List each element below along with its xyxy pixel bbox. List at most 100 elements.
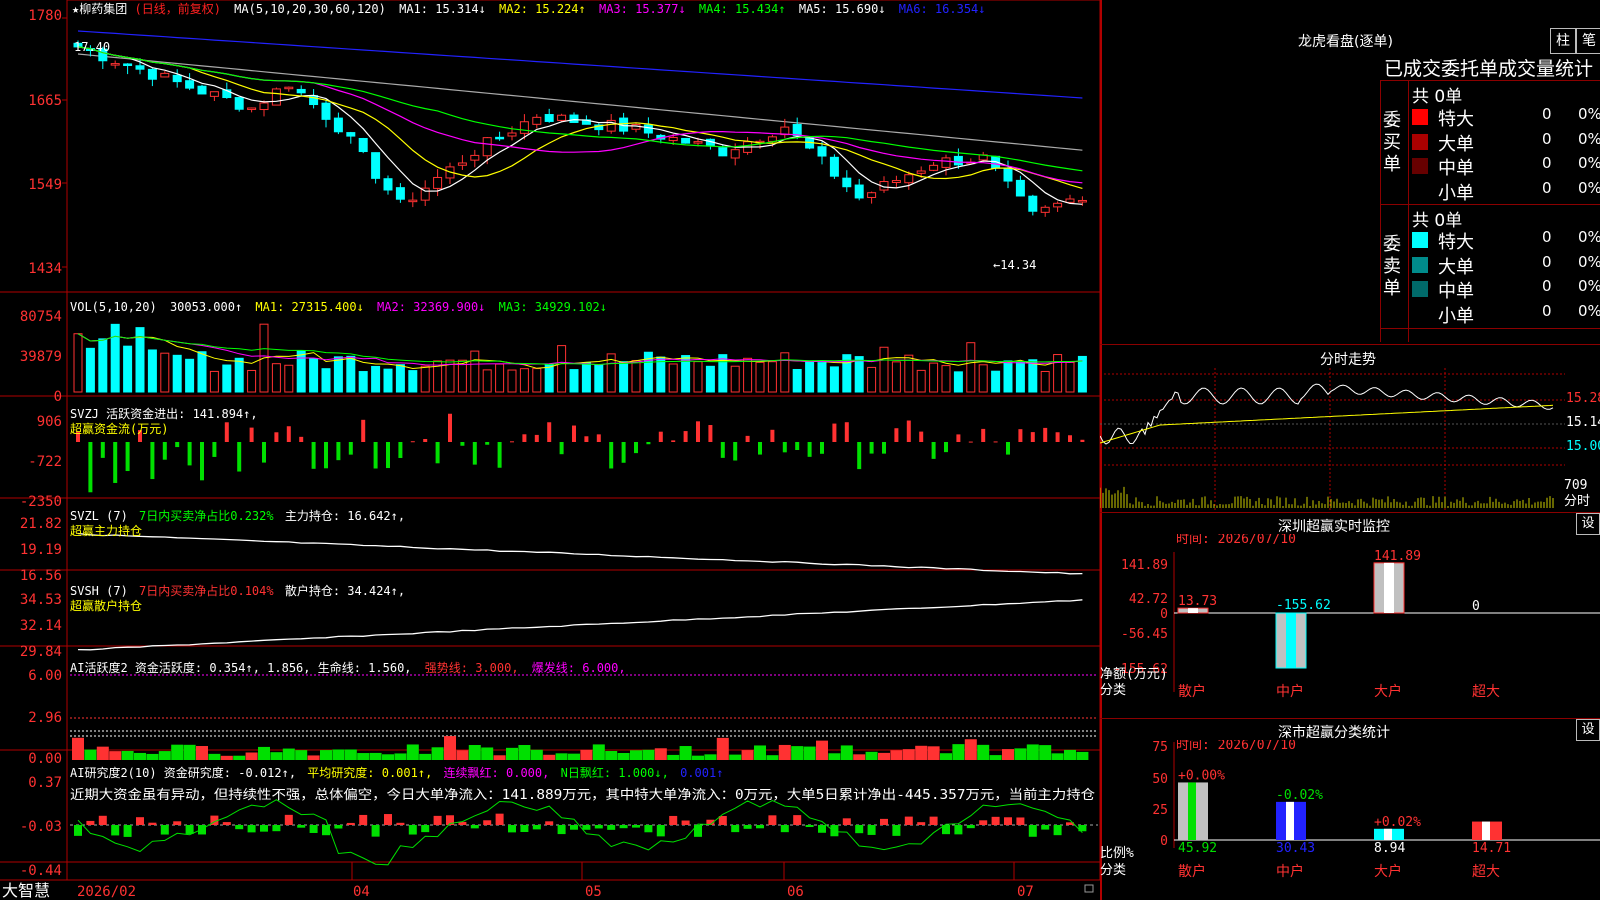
candle <box>1003 168 1013 182</box>
research-bar <box>74 825 82 836</box>
research-bar <box>842 818 851 825</box>
research-bar <box>570 825 578 830</box>
svzl-hold: 主力持仓: 16.642↑, <box>285 508 405 523</box>
classify-value-label: 8.94 <box>1374 841 1405 856</box>
research-bar <box>359 814 368 825</box>
fund-flow-bar <box>894 428 899 442</box>
svg-text:SVSH (7) 7日内买卖净占比0.104%: SVSH (7) 7日内买卖净占比0.104% 散户持仓: 34.424↑, <box>70 583 405 598</box>
activity-bar <box>729 754 742 760</box>
order-type-label: 中单 <box>1438 281 1474 302</box>
ai3-nday: N日飘红: 1.000↓, <box>561 765 669 780</box>
activity-bar <box>320 750 332 760</box>
research-bar <box>594 825 603 829</box>
monitor-bar-highlight <box>1384 562 1394 613</box>
candle <box>1053 202 1063 208</box>
volume-bar <box>519 368 529 393</box>
activity-bar <box>518 745 531 760</box>
fund-flow-bar <box>919 431 924 442</box>
order-type-label: 大单 <box>1438 133 1474 155</box>
volume-bar <box>383 368 393 393</box>
fund-flow-bar <box>150 442 155 480</box>
activity-bar <box>989 755 1002 760</box>
order-percent: 0% <box>1578 228 1600 246</box>
fund-flow-bar <box>857 442 862 470</box>
candle <box>792 124 802 137</box>
candle <box>371 152 381 179</box>
fund-flow-bar <box>336 442 341 461</box>
activity-bar <box>96 746 109 760</box>
candle <box>284 86 294 90</box>
volume-bar <box>619 361 629 393</box>
order-color-swatch <box>1412 182 1428 199</box>
candle <box>457 162 467 166</box>
candle <box>395 187 405 200</box>
fund-flow-bar <box>88 442 93 493</box>
candle <box>1015 179 1025 197</box>
lock-icon[interactable] <box>1084 884 1094 893</box>
svzl-pct: 7日内买卖净占比0.232% <box>139 508 274 523</box>
activity-bar <box>158 751 171 760</box>
volume-bar <box>693 361 703 393</box>
volume-bar <box>1015 361 1025 393</box>
research-bar <box>483 820 492 825</box>
candle <box>916 170 926 174</box>
activity-bar <box>382 754 394 760</box>
fund-flow-bar <box>410 441 415 443</box>
ai3-label: AI研究度2(10) 资金研究度: -0.012↑, <box>70 765 296 780</box>
volume-bar <box>147 349 157 393</box>
fund-flow-bar <box>646 442 651 445</box>
fund-flow-bar <box>485 442 490 445</box>
fund-flow-bar <box>534 434 539 442</box>
fund-flow-bar <box>162 442 167 460</box>
svsh-tick: 32.14 <box>20 618 62 634</box>
activity-bar <box>853 754 866 760</box>
candle <box>470 154 480 161</box>
research-bar <box>86 820 95 825</box>
candle <box>1077 199 1087 203</box>
activity-bar <box>196 746 208 760</box>
ma1-value: MA1: 15.314↓ <box>399 2 486 16</box>
volume-bar <box>73 333 83 393</box>
classify-settings-button[interactable]: 设 <box>1576 719 1600 741</box>
fund-flow-bars <box>76 413 1085 493</box>
fund-flow-bar <box>113 442 118 483</box>
fund-flow-bar <box>584 436 589 442</box>
candle <box>209 91 219 97</box>
price-tick: 1549 <box>28 177 62 193</box>
fund-flow-bar <box>547 422 552 442</box>
monitor-settings-button[interactable]: 设 <box>1576 513 1600 535</box>
monitor-category: 中户 <box>1276 683 1304 700</box>
candle <box>333 117 343 133</box>
candle <box>668 136 678 142</box>
ma-params: MA(5,10,20,30,60,120) <box>234 2 386 16</box>
volume-bar <box>507 369 517 393</box>
order-percent: 0% <box>1578 301 1600 320</box>
order-color-swatch <box>1412 109 1428 125</box>
candle <box>346 132 356 137</box>
fund-flow-bar <box>299 436 304 442</box>
order-type-label: 小单 <box>1438 182 1474 204</box>
candle <box>110 63 120 66</box>
fund-flow-bar <box>187 442 192 466</box>
ai3-description: 近期大资金虽有异动，但持续性不强，总体偏空，今日大单净流入：141.889万元，… <box>70 787 1095 803</box>
research-bar <box>904 816 913 825</box>
activity-bar <box>332 749 345 760</box>
vol-ma2: MA2: 32369.900↓ <box>377 300 485 314</box>
tick-view-button[interactable]: 笔 <box>1576 28 1600 54</box>
volume-bar <box>916 369 926 393</box>
monitor-title: 深圳超赢实时监控 <box>1278 519 1390 535</box>
candle <box>904 174 914 184</box>
vol-label: VOL(5,10,20) <box>70 300 157 314</box>
classify-cat-label: 分类 <box>1100 863 1126 878</box>
bar-view-button[interactable]: 柱 <box>1550 28 1576 54</box>
activity-bar <box>716 737 729 760</box>
research-bar <box>1053 825 1062 836</box>
activity-bar <box>506 747 518 760</box>
ma20-line <box>77 46 1083 184</box>
fund-flow-bar <box>212 442 217 457</box>
candle <box>197 85 207 95</box>
fund-flow-bar <box>1006 442 1010 455</box>
ai3-avg: 平均研究度: 0.001↑, <box>307 765 432 780</box>
stock-chart-area[interactable]: ★柳药集团 (日线，前复权) MA(5,10,20,30,60,120) MA1… <box>0 0 1100 900</box>
svzl-line <box>77 532 1083 575</box>
